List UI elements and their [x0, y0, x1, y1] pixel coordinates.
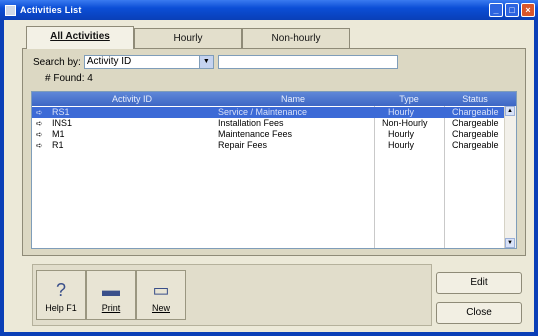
cell-status: Chargeable	[452, 118, 499, 128]
print-label: Print	[101, 303, 121, 313]
minimize-button[interactable]: _	[489, 3, 503, 17]
vertical-scrollbar[interactable]: ▲ ▼	[504, 106, 516, 248]
cell-name: Installation Fees	[218, 118, 284, 128]
table-row[interactable]: ➪ M1 Maintenance Fees Hourly Chargeable	[32, 129, 506, 140]
cell-name: Maintenance Fees	[218, 129, 293, 139]
close-window-button[interactable]: ×	[521, 3, 535, 17]
row-pointer-icon: ➪	[36, 119, 43, 128]
column-header-name[interactable]: Name	[212, 92, 374, 106]
table-row[interactable]: ➪ INS1 Installation Fees Non-Hourly Char…	[32, 118, 506, 129]
cell-activity-id: RS1	[52, 107, 70, 117]
client-area: All Activities Hourly Non-hourly Search …	[4, 20, 534, 332]
search-field-value: Activity ID	[86, 56, 132, 67]
edit-button[interactable]: Edit	[436, 272, 522, 294]
search-input[interactable]	[217, 55, 398, 69]
printer-icon: ▬	[102, 280, 120, 300]
row-pointer-icon: ➪	[36, 130, 43, 139]
found-count: # Found: 4	[45, 73, 93, 84]
cell-type: Hourly	[388, 129, 415, 139]
column-header-status[interactable]: Status	[444, 92, 506, 106]
scroll-up-button[interactable]: ▲	[505, 106, 515, 116]
window-title: Activities List	[20, 5, 82, 15]
new-label: New	[151, 303, 170, 313]
row-pointer-icon: ➪	[36, 108, 43, 117]
cell-type: Hourly	[388, 107, 415, 117]
cell-name: Repair Fees	[218, 140, 268, 150]
activities-grid[interactable]: Activity ID Name Type Status ➪ RS1 Servi…	[31, 91, 517, 249]
title-bar[interactable]: Activities List _ □ ×	[0, 0, 538, 20]
maximize-button[interactable]: □	[505, 3, 519, 17]
table-row[interactable]: ➪ R1 Repair Fees Hourly Chargeable	[32, 140, 506, 151]
help-button[interactable]: ? Help F1	[36, 270, 86, 320]
cell-type: Non-Hourly	[382, 118, 428, 128]
cell-status: Chargeable	[452, 129, 499, 139]
cell-type: Hourly	[388, 140, 415, 150]
tab-strip: All Activities Hourly Non-hourly	[26, 26, 350, 49]
close-button[interactable]: Close	[436, 302, 522, 324]
tab-hourly[interactable]: Hourly	[134, 28, 242, 48]
help-icon: ?	[55, 280, 66, 300]
cell-activity-id: R1	[52, 140, 64, 150]
search-by-label: Search by:	[33, 56, 81, 68]
cell-activity-id: M1	[52, 129, 65, 139]
tab-non-hourly[interactable]: Non-hourly	[242, 28, 350, 48]
new-button[interactable]: ▭ New	[136, 270, 186, 320]
chevron-down-icon[interactable]: ▼	[198, 56, 213, 68]
scroll-down-button[interactable]: ▼	[505, 238, 515, 248]
cell-activity-id: INS1	[52, 118, 73, 128]
app-icon	[5, 4, 16, 16]
column-header-activity-id[interactable]: Activity ID	[52, 92, 212, 106]
print-button[interactable]: ▬ Print	[86, 270, 136, 320]
help-label: Help F1	[45, 303, 77, 313]
grid-header: Activity ID Name Type Status	[32, 92, 516, 106]
cell-status: Chargeable	[452, 140, 499, 150]
tab-panel: Search by: Activity ID ▼ # Found: 4 Acti…	[22, 48, 526, 256]
search-row: Search by: Activity ID ▼	[33, 55, 398, 69]
activities-list-window: Activities List _ □ × All Activities Hou…	[0, 0, 538, 336]
row-pointer-icon: ➪	[36, 141, 43, 150]
cell-name: Service / Maintenance	[218, 107, 308, 117]
column-header-type[interactable]: Type	[374, 92, 444, 106]
new-record-icon: ▭	[152, 280, 170, 300]
tab-all-activities[interactable]: All Activities	[26, 26, 134, 49]
search-field-select[interactable]: Activity ID ▼	[83, 55, 214, 69]
table-row[interactable]: ➪ RS1 Service / Maintenance Hourly Charg…	[32, 107, 506, 118]
cell-status: Chargeable	[452, 107, 499, 117]
